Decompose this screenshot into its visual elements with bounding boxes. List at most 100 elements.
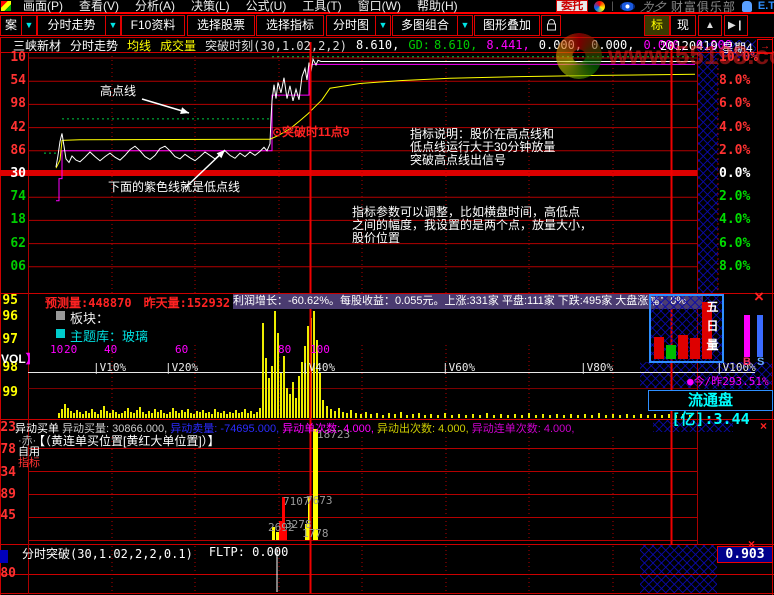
volume-bar [238, 413, 240, 418]
annotation-arrowhead [180, 107, 189, 114]
vol-percent-mark: |V60% [442, 361, 476, 374]
mascot-icon[interactable] [741, 0, 752, 12]
intraday-dropdown-icon[interactable]: ▼ [375, 15, 391, 36]
volume-bar [265, 358, 267, 418]
view-mode-label: 分时走势 [70, 38, 119, 53]
toolbar-timeshare-button[interactable]: 分时走势 [37, 15, 106, 36]
multichart-dropdown-icon[interactable]: ▼ [457, 15, 473, 36]
menu-item-2[interactable]: 分析(A) [135, 0, 175, 12]
percent-axis-label: 8.0% [719, 73, 751, 89]
indicator-name[interactable]: 突破时刻(30,1.02,2,2) [205, 37, 347, 54]
high-line-annotation: 高点线 [100, 84, 137, 98]
cash-button[interactable]: 现 [670, 15, 696, 36]
toolbar-select-stock-button[interactable]: 选择股票 [187, 15, 255, 36]
yidong-axis-top: 23 [0, 420, 16, 435]
price-axis-label: 18 [10, 212, 26, 228]
theme-label[interactable]: 主题库：玻璃 [70, 326, 148, 345]
volume-bar [286, 388, 288, 418]
mark-button[interactable]: 标 [644, 15, 670, 36]
volume-bar [196, 411, 198, 418]
menu-item-1[interactable]: 查看(V) [79, 0, 119, 12]
gd-value: 8.610, [434, 38, 478, 52]
volume-toggle[interactable]: 成交量 [160, 37, 196, 54]
next-icon[interactable]: ▶❙ [724, 15, 748, 36]
volume-bar [330, 409, 332, 418]
volume-bar [444, 413, 446, 418]
divider: | [611, 0, 614, 12]
breakout-annotation: ⊙突破时11点9 [272, 125, 350, 139]
five-day-bar [654, 337, 664, 359]
scheme-dropdown-icon[interactable]: ▼ [21, 15, 37, 36]
timeshare-dropdown-icon[interactable]: ▼ [105, 15, 121, 36]
menu-item-4[interactable]: 公式(U) [246, 0, 287, 12]
menu-item-3[interactable]: 决策(L) [191, 0, 230, 12]
toolbar-multichart-button[interactable]: 多图组合 [392, 15, 458, 36]
ma-toggle[interactable]: 均线 [127, 37, 151, 54]
club-label: 财富俱乐部 [670, 0, 736, 14]
volume-bar [145, 414, 147, 418]
volume-bar [322, 400, 324, 418]
toolbar-overlay-button[interactable]: 图形叠加 [474, 15, 540, 36]
volume-bar [493, 415, 495, 418]
five-day-bar [678, 335, 688, 359]
buy-bar-label: B [743, 356, 751, 368]
volume-bar [199, 412, 201, 418]
volume-bar [319, 373, 321, 418]
volume-bar [274, 311, 276, 418]
yidong-bar-value: 7673 [306, 494, 333, 507]
trading-terminal-window: 画面(P) 查看(V) 分析(A) 决策(L) 公式(U) 工具(T) 窗口(W) 帮助(H)… [0, 0, 774, 595]
volume-bar [64, 404, 66, 418]
volume-bar [166, 414, 168, 418]
volume-bar [289, 394, 291, 418]
toolbar-select-indicator-button[interactable]: 选择指标 [256, 15, 324, 36]
volume-bar [142, 412, 144, 418]
bottom-indicator-name[interactable]: 分时突破(30,1.02,2,2,0.1) [22, 545, 193, 562]
lock-icon[interactable] [541, 15, 561, 36]
volume-bar [514, 414, 516, 418]
menu-item-0[interactable]: 画面(P) [23, 0, 63, 12]
toolbar-f10-button[interactable]: F10资料 [121, 15, 185, 36]
volume-bar [424, 415, 426, 418]
avg-price-line [55, 73, 696, 169]
volume-bar [338, 408, 340, 418]
pageup-icon[interactable]: ▲ [698, 15, 722, 36]
menu-item-6[interactable]: 窗口(W) [358, 0, 401, 12]
close-panel-icon[interactable]: × [754, 288, 764, 305]
volume-bar [326, 406, 328, 418]
volume-bar [157, 412, 159, 418]
toolbar-intraday-button[interactable]: 分时图 [326, 15, 376, 36]
volume-bar [127, 408, 129, 418]
volume-bar [584, 414, 586, 418]
volume-bar [668, 414, 670, 418]
yidong-stat-5: 异动连单次数: 4.000, [471, 423, 575, 435]
sector-bullet-icon [56, 311, 65, 320]
stock-info-row: 三峡新材 分时走势 均线 成交量 突破时刻(30,1.02,2,2) 8.610… [13, 37, 739, 54]
yidong-stat-4: 异动出次数: 4.000, [376, 423, 472, 435]
yidong-bar [313, 429, 318, 540]
volume-bar [73, 413, 75, 418]
volume-bar [163, 413, 165, 418]
sector-label[interactable]: 板块： [70, 308, 109, 327]
volume-bar [479, 415, 481, 418]
price-axis-label: 10 [10, 50, 26, 65]
volume-bar [136, 410, 138, 418]
percent-axis-label: 4.0% [719, 212, 751, 228]
percent-axis-label: 4.0% [719, 119, 751, 135]
price-axis-label: 30 [10, 166, 26, 181]
volume-bar [121, 413, 123, 418]
five-day-bar [666, 345, 676, 359]
zero-line-band [0, 170, 697, 176]
scheme-button[interactable]: 案 [0, 15, 22, 36]
menu-item-5[interactable]: 工具(T) [302, 0, 341, 12]
yidong-axis-num: 34 [0, 465, 16, 480]
volume-bar [360, 414, 362, 418]
indicator-description-note: 指标说明：股价在高点线和 低点线运行大于30分钟放量 突破高点线出信号 [410, 127, 556, 167]
order-entry-button[interactable]: 委托 [556, 0, 589, 12]
close-yidong-icon[interactable]: × [760, 420, 767, 432]
volume-bar [382, 415, 384, 418]
menu-item-7[interactable]: 帮助(H) [417, 0, 458, 12]
volume-bar [556, 414, 558, 418]
volume-bar [187, 409, 189, 418]
volume-bar [451, 415, 453, 418]
value-4: 0.000, [591, 38, 635, 52]
